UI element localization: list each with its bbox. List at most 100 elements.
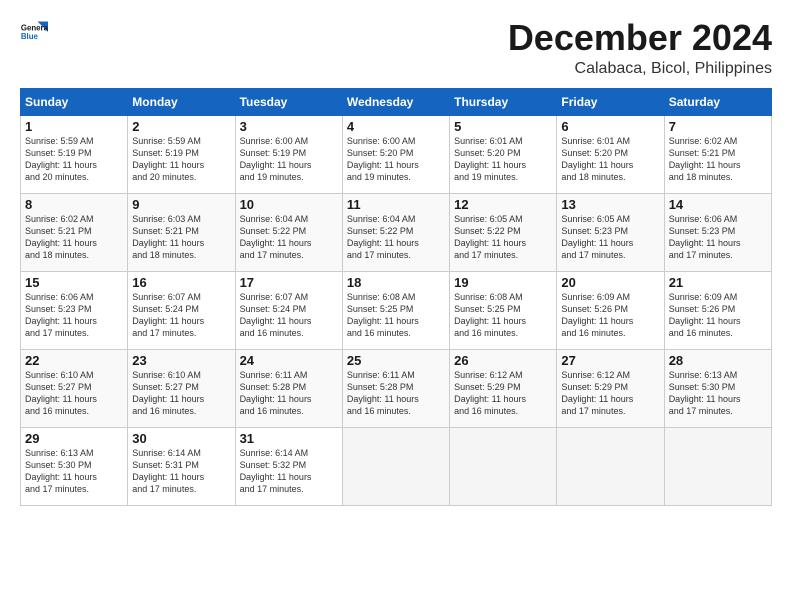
calendar-cell [664, 427, 771, 505]
day-number: 13 [561, 197, 659, 212]
calendar-week-row: 8Sunrise: 6:02 AM Sunset: 5:21 PM Daylig… [21, 193, 772, 271]
day-number: 26 [454, 353, 552, 368]
day-of-week-header: Saturday [664, 88, 771, 115]
calendar-cell: 13Sunrise: 6:05 AM Sunset: 5:23 PM Dayli… [557, 193, 664, 271]
day-of-week-header: Friday [557, 88, 664, 115]
day-info: Sunrise: 6:02 AM Sunset: 5:21 PM Dayligh… [669, 135, 767, 184]
day-number: 28 [669, 353, 767, 368]
day-info: Sunrise: 6:00 AM Sunset: 5:19 PM Dayligh… [240, 135, 338, 184]
logo-icon: General Blue [20, 18, 48, 46]
day-number: 22 [25, 353, 123, 368]
day-number: 17 [240, 275, 338, 290]
calendar-cell: 25Sunrise: 6:11 AM Sunset: 5:28 PM Dayli… [342, 349, 449, 427]
day-number: 12 [454, 197, 552, 212]
day-of-week-header: Thursday [450, 88, 557, 115]
day-info: Sunrise: 6:03 AM Sunset: 5:21 PM Dayligh… [132, 213, 230, 262]
calendar-cell: 7Sunrise: 6:02 AM Sunset: 5:21 PM Daylig… [664, 115, 771, 193]
day-number: 23 [132, 353, 230, 368]
day-number: 9 [132, 197, 230, 212]
calendar-cell: 4Sunrise: 6:00 AM Sunset: 5:20 PM Daylig… [342, 115, 449, 193]
calendar-cell: 28Sunrise: 6:13 AM Sunset: 5:30 PM Dayli… [664, 349, 771, 427]
day-info: Sunrise: 6:08 AM Sunset: 5:25 PM Dayligh… [347, 291, 445, 340]
calendar-table: SundayMondayTuesdayWednesdayThursdayFrid… [20, 88, 772, 506]
day-number: 25 [347, 353, 445, 368]
day-info: Sunrise: 6:12 AM Sunset: 5:29 PM Dayligh… [454, 369, 552, 418]
day-info: Sunrise: 6:04 AM Sunset: 5:22 PM Dayligh… [347, 213, 445, 262]
day-info: Sunrise: 6:06 AM Sunset: 5:23 PM Dayligh… [669, 213, 767, 262]
calendar-week-row: 22Sunrise: 6:10 AM Sunset: 5:27 PM Dayli… [21, 349, 772, 427]
calendar-cell: 31Sunrise: 6:14 AM Sunset: 5:32 PM Dayli… [235, 427, 342, 505]
day-of-week-header: Tuesday [235, 88, 342, 115]
day-info: Sunrise: 6:13 AM Sunset: 5:30 PM Dayligh… [669, 369, 767, 418]
header: General Blue December 2024 Calabaca, Bic… [20, 18, 772, 78]
day-number: 3 [240, 119, 338, 134]
calendar-cell: 3Sunrise: 6:00 AM Sunset: 5:19 PM Daylig… [235, 115, 342, 193]
day-number: 14 [669, 197, 767, 212]
day-info: Sunrise: 6:07 AM Sunset: 5:24 PM Dayligh… [240, 291, 338, 340]
day-info: Sunrise: 6:12 AM Sunset: 5:29 PM Dayligh… [561, 369, 659, 418]
location-title: Calabaca, Bicol, Philippines [508, 60, 772, 78]
calendar-cell: 22Sunrise: 6:10 AM Sunset: 5:27 PM Dayli… [21, 349, 128, 427]
day-number: 11 [347, 197, 445, 212]
day-info: Sunrise: 6:13 AM Sunset: 5:30 PM Dayligh… [25, 447, 123, 496]
day-number: 6 [561, 119, 659, 134]
calendar-cell: 9Sunrise: 6:03 AM Sunset: 5:21 PM Daylig… [128, 193, 235, 271]
calendar-cell [342, 427, 449, 505]
day-number: 15 [25, 275, 123, 290]
day-number: 21 [669, 275, 767, 290]
day-number: 4 [347, 119, 445, 134]
calendar-cell: 2Sunrise: 5:59 AM Sunset: 5:19 PM Daylig… [128, 115, 235, 193]
day-number: 20 [561, 275, 659, 290]
calendar-week-row: 15Sunrise: 6:06 AM Sunset: 5:23 PM Dayli… [21, 271, 772, 349]
calendar-cell: 27Sunrise: 6:12 AM Sunset: 5:29 PM Dayli… [557, 349, 664, 427]
day-info: Sunrise: 6:14 AM Sunset: 5:31 PM Dayligh… [132, 447, 230, 496]
day-of-week-header: Sunday [21, 88, 128, 115]
day-info: Sunrise: 6:04 AM Sunset: 5:22 PM Dayligh… [240, 213, 338, 262]
logo: General Blue [20, 18, 48, 46]
svg-text:General: General [21, 23, 48, 32]
day-info: Sunrise: 6:11 AM Sunset: 5:28 PM Dayligh… [240, 369, 338, 418]
day-number: 30 [132, 431, 230, 446]
calendar-cell: 19Sunrise: 6:08 AM Sunset: 5:25 PM Dayli… [450, 271, 557, 349]
day-number: 16 [132, 275, 230, 290]
day-number: 29 [25, 431, 123, 446]
day-of-week-header: Monday [128, 88, 235, 115]
day-info: Sunrise: 6:10 AM Sunset: 5:27 PM Dayligh… [25, 369, 123, 418]
calendar-week-row: 29Sunrise: 6:13 AM Sunset: 5:30 PM Dayli… [21, 427, 772, 505]
day-number: 8 [25, 197, 123, 212]
calendar-cell: 29Sunrise: 6:13 AM Sunset: 5:30 PM Dayli… [21, 427, 128, 505]
calendar-cell: 11Sunrise: 6:04 AM Sunset: 5:22 PM Dayli… [342, 193, 449, 271]
day-number: 27 [561, 353, 659, 368]
day-info: Sunrise: 5:59 AM Sunset: 5:19 PM Dayligh… [25, 135, 123, 184]
day-number: 18 [347, 275, 445, 290]
calendar-cell: 14Sunrise: 6:06 AM Sunset: 5:23 PM Dayli… [664, 193, 771, 271]
calendar-cell: 18Sunrise: 6:08 AM Sunset: 5:25 PM Dayli… [342, 271, 449, 349]
month-title: December 2024 [508, 18, 772, 58]
calendar-cell [450, 427, 557, 505]
day-number: 19 [454, 275, 552, 290]
day-info: Sunrise: 5:59 AM Sunset: 5:19 PM Dayligh… [132, 135, 230, 184]
calendar-cell: 20Sunrise: 6:09 AM Sunset: 5:26 PM Dayli… [557, 271, 664, 349]
header-row: SundayMondayTuesdayWednesdayThursdayFrid… [21, 88, 772, 115]
calendar-cell: 6Sunrise: 6:01 AM Sunset: 5:20 PM Daylig… [557, 115, 664, 193]
day-number: 1 [25, 119, 123, 134]
day-number: 5 [454, 119, 552, 134]
calendar-cell: 5Sunrise: 6:01 AM Sunset: 5:20 PM Daylig… [450, 115, 557, 193]
day-info: Sunrise: 6:07 AM Sunset: 5:24 PM Dayligh… [132, 291, 230, 340]
calendar-cell: 12Sunrise: 6:05 AM Sunset: 5:22 PM Dayli… [450, 193, 557, 271]
calendar-cell: 23Sunrise: 6:10 AM Sunset: 5:27 PM Dayli… [128, 349, 235, 427]
day-info: Sunrise: 6:09 AM Sunset: 5:26 PM Dayligh… [561, 291, 659, 340]
calendar-cell: 24Sunrise: 6:11 AM Sunset: 5:28 PM Dayli… [235, 349, 342, 427]
day-number: 2 [132, 119, 230, 134]
calendar-cell: 17Sunrise: 6:07 AM Sunset: 5:24 PM Dayli… [235, 271, 342, 349]
day-info: Sunrise: 6:01 AM Sunset: 5:20 PM Dayligh… [561, 135, 659, 184]
day-number: 31 [240, 431, 338, 446]
day-info: Sunrise: 6:02 AM Sunset: 5:21 PM Dayligh… [25, 213, 123, 262]
day-number: 24 [240, 353, 338, 368]
day-info: Sunrise: 6:11 AM Sunset: 5:28 PM Dayligh… [347, 369, 445, 418]
calendar-cell: 1Sunrise: 5:59 AM Sunset: 5:19 PM Daylig… [21, 115, 128, 193]
day-info: Sunrise: 6:10 AM Sunset: 5:27 PM Dayligh… [132, 369, 230, 418]
calendar-cell: 15Sunrise: 6:06 AM Sunset: 5:23 PM Dayli… [21, 271, 128, 349]
day-info: Sunrise: 6:08 AM Sunset: 5:25 PM Dayligh… [454, 291, 552, 340]
day-number: 7 [669, 119, 767, 134]
